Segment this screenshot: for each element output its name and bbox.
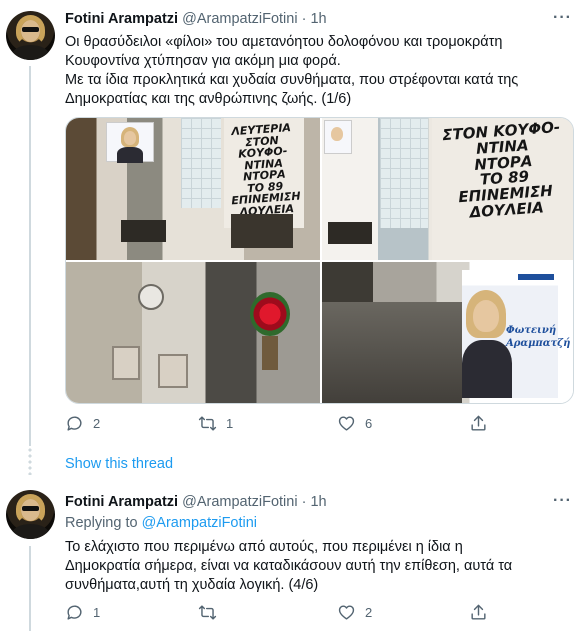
poster-last-name: Αραμπατζή xyxy=(506,338,571,349)
reply-button[interactable]: 1 xyxy=(65,603,100,622)
share-button[interactable] xyxy=(469,414,488,433)
tweet-text: Οι θρασύδειλοι «φίλοι» του αμετανόητου δ… xyxy=(65,33,570,109)
show-thread-link[interactable]: Show this thread xyxy=(65,456,173,472)
wall-switch xyxy=(158,354,188,388)
retweet-button[interactable]: 1 xyxy=(198,414,233,433)
tweet[interactable]: Fotini Arampatzi @ArampatziFotini · 1h ·… xyxy=(0,0,586,446)
poster-first-name: Φωτεινή xyxy=(506,325,557,336)
tweet-text-line: Δημοκρατία σήμερα, είναι να καταδικάσουν… xyxy=(65,558,513,574)
doormat xyxy=(231,214,293,248)
more-options-icon[interactable]: ··· xyxy=(553,492,572,510)
separator-dot: · xyxy=(301,494,307,510)
author-avatar[interactable] xyxy=(6,490,55,539)
reply-count: 1 xyxy=(93,605,101,620)
tweet-time[interactable]: 1h xyxy=(310,11,326,27)
tweet-header: Fotini Arampatzi @ArampatziFotini · 1h xyxy=(65,494,327,510)
retweet-count: 1 xyxy=(226,416,234,431)
office-interior xyxy=(322,302,462,403)
poster-face xyxy=(124,131,136,145)
author-handle[interactable]: @ArampatziFotini xyxy=(182,494,297,510)
more-options-icon[interactable]: ··· xyxy=(553,9,572,27)
poster-face xyxy=(473,300,499,332)
poster-body xyxy=(117,147,143,163)
campaign-poster: Φωτεινή Αραμπατζή xyxy=(462,270,571,398)
author-handle[interactable]: @ArampatziFotini xyxy=(182,11,297,27)
poster-body xyxy=(462,340,512,398)
reply-icon xyxy=(67,605,82,620)
tweet-header: Fotini Arampatzi @ArampatziFotini · 1h xyxy=(65,11,327,27)
thread-line xyxy=(29,66,31,446)
reply-icon xyxy=(67,416,82,431)
tweet-text-line: Οι θρασύδειλοι «φίλοι» του αμετανόητου δ… xyxy=(65,34,503,50)
tweet-actions: 2 1 6 xyxy=(65,414,495,434)
thread-dots xyxy=(28,447,32,475)
glass-block-wall xyxy=(181,118,221,208)
poster-name: Φωτεινή Αραμπατζή xyxy=(506,324,571,350)
wall-switch xyxy=(112,346,140,380)
campaign-poster xyxy=(106,122,154,163)
tweet-time[interactable]: 1h xyxy=(310,494,326,510)
like-button[interactable]: 2 xyxy=(337,603,372,622)
share-button[interactable] xyxy=(469,603,488,622)
like-button[interactable]: 6 xyxy=(337,414,372,433)
doormat xyxy=(121,220,166,242)
author-name[interactable]: Fotini Arampatzi xyxy=(65,11,178,27)
retweet-icon xyxy=(198,605,217,620)
avatar-sunglasses xyxy=(22,27,39,32)
reply-count: 2 xyxy=(93,416,101,431)
photo-graffiti-wall[interactable]: ΣΤΟΝ ΚΟΥΦΟ- ΝΤΙΝΑ ΝΤΟΡΑ ΤΟ 89 ΕΠΙΝΕΜΙΣΗ … xyxy=(322,118,573,260)
share-icon xyxy=(471,604,486,620)
retweet-icon xyxy=(198,416,217,431)
heart-icon xyxy=(338,416,355,431)
tweet-actions: 1 2 xyxy=(65,603,495,623)
share-icon xyxy=(471,415,486,431)
thread-line xyxy=(29,546,31,631)
photo-campaign-poster[interactable]: Φωτεινή Αραμπατζή xyxy=(322,262,573,403)
tweet-text-line: Δημοκρατίας και της ανθρώπινης ζωής. (1/… xyxy=(65,91,352,107)
tweet-text-line: Κουφοντίνα χτύπησαν για ακόμη μια φορά. xyxy=(65,53,341,69)
photo-interior-glass-door[interactable] xyxy=(66,262,320,403)
author-avatar[interactable] xyxy=(6,11,55,60)
replying-to: Replying to @ArampatziFotini xyxy=(65,515,257,531)
avatar-shirt xyxy=(12,524,49,539)
tweet-text: Το ελάχιστο που περιμένω από αυτούς, που… xyxy=(65,538,570,595)
like-count: 6 xyxy=(365,416,373,431)
glass-block-wall xyxy=(380,118,428,228)
like-count: 2 xyxy=(365,605,373,620)
plant-pot xyxy=(262,336,278,370)
photo-graffiti-entrance[interactable]: ΛΕΥΤΕΡΙΑ ΣΤΟΝ ΚΟΥΦΟ- ΝΤΙΝΑ ΝΤΟΡΑ ΤΟ 89 Ε… xyxy=(66,118,320,260)
tweet-text-line: συνθήματα,αυτή τη χυδαία λογική. (4/6) xyxy=(65,577,319,593)
poster-face xyxy=(331,127,343,141)
tweet-text-line: Το ελάχιστο που περιμένω από αυτούς, που… xyxy=(65,539,463,555)
doormat xyxy=(328,222,372,244)
separator-dot: · xyxy=(301,11,307,27)
graffiti-text: ΛΕΥΤΕΡΙΑ ΣΤΟΝ ΚΟΥΦΟ- ΝΤΙΝΑ ΝΤΟΡΑ ΤΟ 89 Ε… xyxy=(223,121,305,219)
replying-to-handle[interactable]: @ArampatziFotini xyxy=(142,515,257,531)
door-handle xyxy=(138,284,164,310)
retweet-button[interactable] xyxy=(198,603,226,622)
reply-button[interactable]: 2 xyxy=(65,414,100,433)
graffiti-text: ΣΤΟΝ ΚΟΥΦΟ- ΝΤΙΝΑ ΝΤΟΡΑ ΤΟ 89 ΕΠΙΝΕΜΙΣΗ … xyxy=(431,118,573,223)
campaign-poster xyxy=(324,120,352,154)
tweet-text-line: Με τα ίδια προκλητικά και χυδαία συνθήμα… xyxy=(65,72,519,88)
author-name[interactable]: Fotini Arampatzi xyxy=(65,494,178,510)
avatar-shirt xyxy=(12,45,49,60)
tweet[interactable]: Fotini Arampatzi @ArampatziFotini · 1h ·… xyxy=(0,478,586,631)
avatar-sunglasses xyxy=(22,506,39,511)
heart-icon xyxy=(338,605,355,620)
poster-party-banner xyxy=(518,274,554,280)
replying-prefix: Replying to xyxy=(65,515,138,531)
poinsettia-plant xyxy=(250,292,290,336)
media-grid: ΛΕΥΤΕΡΙΑ ΣΤΟΝ ΚΟΥΦΟ- ΝΤΙΝΑ ΝΤΟΡΑ ΤΟ 89 Ε… xyxy=(65,117,574,404)
